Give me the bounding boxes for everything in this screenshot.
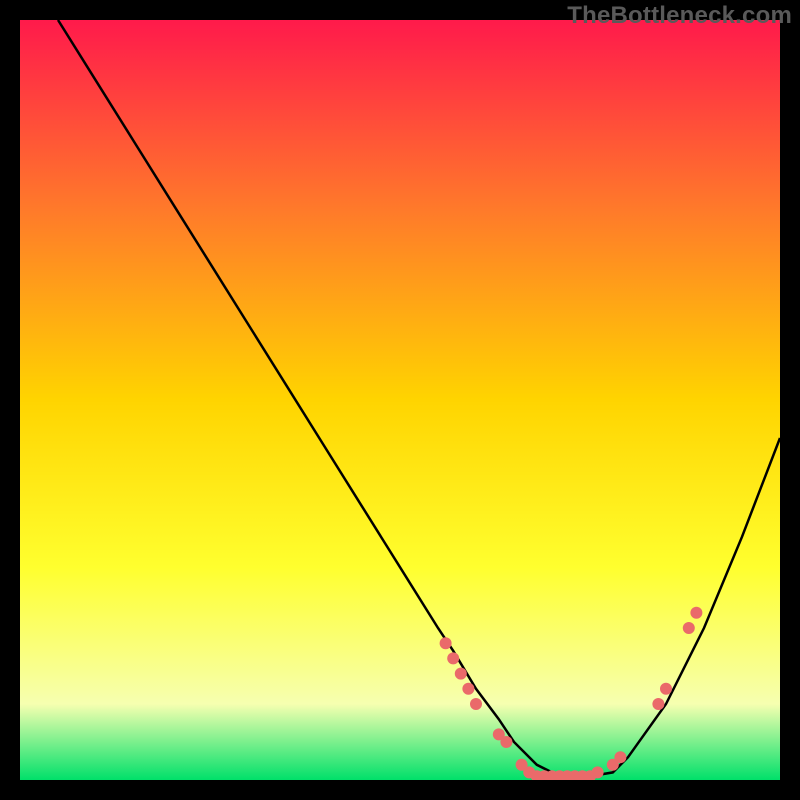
- chart-markers: [20, 20, 780, 780]
- chart-marker-dot: [500, 736, 512, 748]
- chart-marker-dot: [440, 637, 452, 649]
- chart-marker-dot: [455, 668, 467, 680]
- chart-marker-dot: [660, 683, 672, 695]
- chart-marker-dot: [690, 607, 702, 619]
- chart-marker-dot: [614, 751, 626, 763]
- chart-marker-dot: [592, 766, 604, 778]
- watermark-text: TheBottleneck.com: [567, 2, 792, 30]
- chart-marker-dot: [683, 622, 695, 634]
- chart-marker-dot: [447, 652, 459, 664]
- chart-marker-dot: [652, 698, 664, 710]
- chart-plot-area: [20, 20, 780, 780]
- chart-marker-dot: [470, 698, 482, 710]
- chart-marker-dot: [462, 683, 474, 695]
